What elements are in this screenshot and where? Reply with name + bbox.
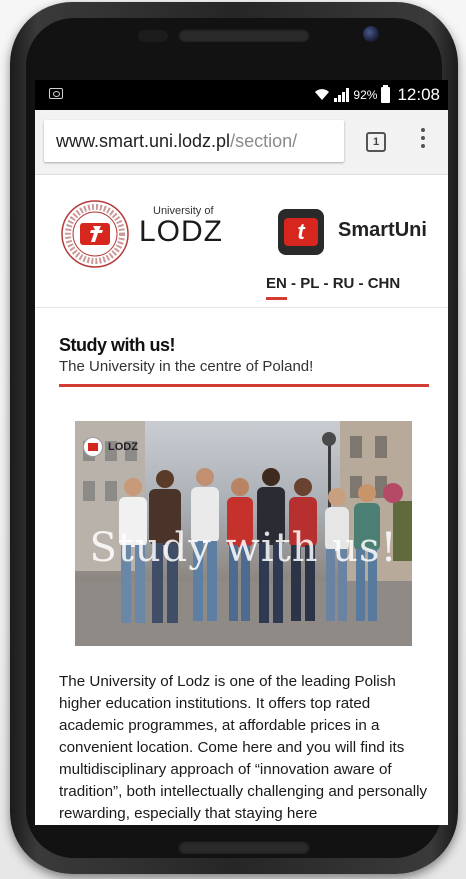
photo-overlay-text: Study with us!: [89, 525, 398, 571]
wifi-icon: [314, 87, 330, 104]
front-camera: [363, 26, 379, 42]
browser-toolbar: www.smart.uni.lodz.pl/section/ 1: [35, 110, 448, 175]
page-title: Study with us!: [59, 335, 176, 355]
lang-separator: -: [286, 275, 301, 292]
earpiece-speaker: [178, 28, 310, 42]
language-switcher: EN - PL - RU - CHN: [266, 275, 401, 300]
bottom-speaker: [178, 840, 310, 854]
signal-icon: [334, 88, 350, 102]
photo-logo-text: LODZ: [108, 441, 138, 453]
web-content: University of LODZ t SmartUni EN - PL - …: [35, 175, 448, 825]
app-icon-letter: t: [297, 219, 305, 244]
lang-en-link[interactable]: EN: [266, 275, 287, 300]
overflow-menu-icon[interactable]: [420, 128, 426, 152]
status-icons: 92% 12:08: [314, 85, 440, 105]
page-subtitle: The University in the centre of Poland!: [59, 358, 314, 375]
lang-chn-link[interactable]: CHN: [368, 275, 401, 292]
lodz-wordmark: LODZ: [139, 215, 224, 248]
url-host: www.smart.uni.lodz.pl: [56, 131, 231, 151]
app-name: SmartUni: [338, 219, 427, 241]
address-bar[interactable]: www.smart.uni.lodz.pl/section/: [44, 120, 344, 162]
status-time: 12:08: [397, 85, 440, 104]
phone-screen: 92% 12:08 www.smart.uni.lodz.pl/section/…: [35, 80, 448, 825]
tab-switcher-button[interactable]: 1: [366, 132, 386, 152]
header-divider: [35, 307, 448, 308]
title-underline: [59, 384, 429, 387]
status-bar: 92% 12:08: [35, 80, 448, 110]
intro-paragraph: The University of Lodz is one of the lea…: [59, 673, 428, 822]
url-path: /section/: [230, 131, 298, 151]
photo-lodz-logo: LODZ: [83, 437, 138, 457]
battery-percent: 92%: [353, 88, 378, 102]
university-seal-logo[interactable]: [59, 199, 131, 269]
students-photo: LODZ Study with us!: [75, 421, 412, 646]
lang-pl-link[interactable]: PL: [300, 275, 319, 292]
lang-separator: -: [319, 275, 333, 292]
lang-ru-link[interactable]: RU: [333, 275, 355, 292]
smartuni-app-icon[interactable]: t: [278, 209, 324, 255]
url-text: www.smart.uni.lodz.pl/section/: [56, 131, 297, 152]
screenshot-icon: [49, 88, 63, 99]
battery-icon: [381, 85, 391, 103]
proximity-sensor: [138, 30, 168, 42]
lang-separator: -: [354, 275, 368, 292]
